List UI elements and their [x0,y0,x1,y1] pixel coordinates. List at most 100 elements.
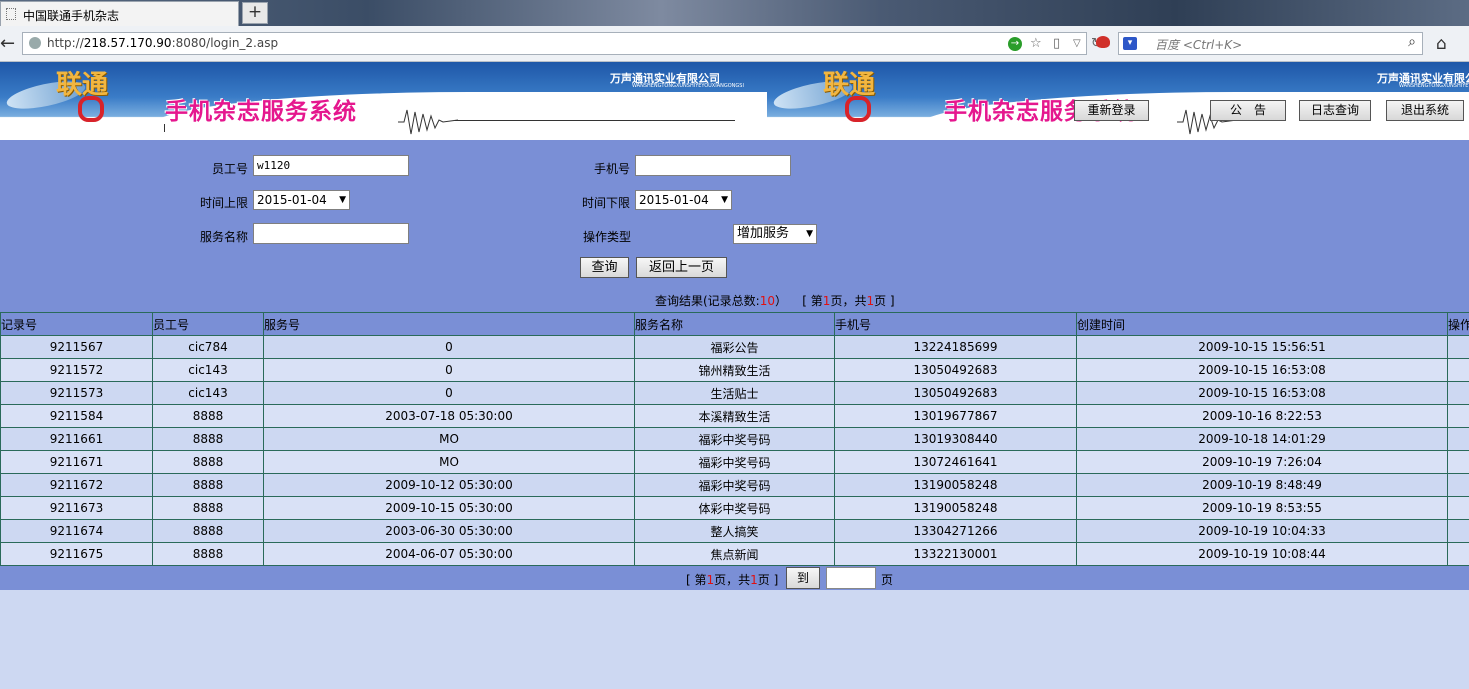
search-icon[interactable]: ⌕ [1408,34,1416,50]
phone-label: 手机号 [593,162,630,176]
pager-prefix: [ 第 [686,573,707,587]
bookmark-star-icon[interactable]: ☆ [1030,36,1042,52]
service-name-cell: 锦州精致生活 [634,358,835,382]
page-number-input[interactable] [826,567,876,589]
log-query-button[interactable]: 日志查询 [1299,100,1371,121]
go-arrow-icon[interactable]: → [1008,37,1022,51]
exit-button[interactable]: 退出系统 [1386,100,1464,121]
pager-total: 1 [750,573,758,587]
phone-cell: 13304271266 [834,519,1077,543]
phone-input[interactable] [635,155,791,176]
record-id-cell: 9211671 [0,450,153,474]
page-favicon-icon [6,8,16,20]
phone-cell: 13019677867 [834,404,1077,428]
url-text: http://218.57.170.90:8080/login_2.asp [47,36,279,50]
chevron-down-icon[interactable]: ▽ [1073,36,1081,52]
phone-cell: 13224185699 [834,335,1077,359]
query-button[interactable]: 查询 [580,257,629,278]
operation-cell[interactable] [1447,358,1469,382]
table-row[interactable]: 9211673 8888 2009-10-15 05:30:00 体彩中奖号码 1319… [0,496,1469,520]
operation-cell[interactable] [1447,496,1469,520]
table-row[interactable]: 9211674 8888 2003-06-30 05:30:00 整人搞笑 133042… [0,519,1469,543]
service-id-cell: 2004-06-07 05:30:00 [263,542,635,566]
phone-cell: 13322130001 [834,542,1077,566]
service-name-cell: 本溪精致生活 [634,404,835,428]
service-id-cell: 0 [263,335,635,359]
result-total: 10 [759,294,776,308]
table-row[interactable]: 9211672 8888 2009-10-12 05:30:00 福彩中奖号码 1319… [0,473,1469,497]
operation-cell[interactable] [1447,404,1469,428]
record-id-cell: 9211674 [0,519,153,543]
operation-cell[interactable] [1447,335,1469,359]
table-header-row: 记录号员工号服务号服务名称手机号创建时间操作 [0,312,1469,336]
created-time-cell: 2009-10-19 10:04:33 [1076,519,1448,543]
employee-id-cell: 8888 [152,427,264,451]
phone-cell: 13019308440 [834,427,1077,451]
table-row[interactable]: 9211572 cic143 0 锦州精致生活 13050492683 2009-10-1… [0,358,1469,382]
operation-cell[interactable] [1447,450,1469,474]
header-service-id: 服务号 [263,312,635,336]
service-name-cell: 福彩公告 [634,335,835,359]
operation-cell[interactable] [1447,519,1469,543]
new-tab-button[interactable]: + [242,2,268,24]
header-employee-id: 员工号 [152,312,264,336]
table-row[interactable]: 9211573 cic143 0 生活贴士 13050492683 2009-10-15 … [0,381,1469,405]
record-id-cell: 9211584 [0,404,153,428]
phone-icon[interactable]: ▯ [1053,36,1060,52]
relogin-button[interactable]: 重新登录 [1074,100,1149,121]
browser-tab[interactable]: 中国联通手机杂志 [0,1,239,26]
search-form: 员工号 w1120 手机号 时间上限 2015-01-04 ▼ 时间下限 201… [0,140,1469,312]
operation-cell[interactable] [1447,542,1469,566]
employee-label: 员工号 [211,162,248,176]
employee-id-cell: 8888 [152,450,264,474]
created-time-cell: 2009-10-15 16:53:08 [1076,358,1448,382]
op-type-select[interactable]: 增加服务 ▼ [733,224,817,244]
employee-input[interactable]: w1120 [253,155,409,176]
notice-button[interactable]: 公 告 [1210,100,1286,121]
record-id-cell: 9211572 [0,358,153,382]
result-summary: 查询结果(记录总数:10） [ 第1页，共1页 ] [655,292,895,309]
phone-cell: 13190058248 [834,496,1077,520]
baidu-paw-icon[interactable]: ▾ [1123,37,1137,50]
operation-cell[interactable] [1447,381,1469,405]
addon-icon[interactable] [1096,36,1110,48]
phone-cell: 13050492683 [834,358,1077,382]
banner-tick [164,124,165,132]
created-time-cell: 2009-10-19 10:08:44 [1076,542,1448,566]
time-lower-select[interactable]: 2015-01-04 ▼ [635,190,732,210]
signal-wave-icon [398,109,458,135]
search-bar[interactable]: ▾ 百度 <Ctrl+K> ⌕ [1118,32,1423,55]
pagination-bar: [ 第1页，共1页 ] 到 页 [0,566,1469,590]
service-id-cell: 2003-07-18 05:30:00 [263,404,635,428]
service-id-cell: 0 [263,381,635,405]
back-arrow-icon[interactable]: ← [0,33,20,55]
service-name-cell: 福彩中奖号码 [634,473,835,497]
page-info-suffix: 页 ] [874,294,895,308]
time-upper-select[interactable]: 2015-01-04 ▼ [253,190,350,210]
table-row[interactable]: 9211661 8888 MO 福彩中奖号码 13019308440 2009-10-18… [0,427,1469,451]
service-id-cell: 0 [263,358,635,382]
service-name-input[interactable] [253,223,409,244]
service-name-label: 服务名称 [199,230,248,244]
address-bar[interactable]: http://218.57.170.90:8080/login_2.asp → … [22,32,1102,55]
table-row[interactable]: 9211567 cic784 0 福彩公告 13224185699 2009-10-15 … [0,335,1469,359]
table-row[interactable]: 9211675 8888 2004-06-07 05:30:00 焦点新闻 133221… [0,542,1469,566]
globe-icon [29,37,41,49]
time-upper-value: 2015-01-04 [257,193,327,207]
employee-id-cell: 8888 [152,542,264,566]
created-time-cell: 2009-10-16 8:22:53 [1076,404,1448,428]
record-id-cell: 9211573 [0,381,153,405]
service-id-cell: 2009-10-12 05:30:00 [263,473,635,497]
tab-title: 中国联通手机杂志 [23,9,120,23]
home-icon[interactable]: ⌂ [1436,34,1447,54]
pager-mid: 页，共 [714,573,751,587]
page-info-mid: 页，共 [830,294,867,308]
created-time-cell: 2009-10-18 14:01:29 [1076,427,1448,451]
operation-cell[interactable] [1447,473,1469,497]
go-to-page-button[interactable]: 到 [786,567,820,589]
table-row[interactable]: 9211584 8888 2003-07-18 05:30:00 本溪精致生活 1301… [0,404,1469,428]
unicom-logo: 联通 [823,70,876,100]
operation-cell[interactable] [1447,427,1469,451]
back-page-button[interactable]: 返回上一页 [636,257,727,278]
table-row[interactable]: 9211671 8888 MO 福彩中奖号码 13072461641 2009-10-19… [0,450,1469,474]
